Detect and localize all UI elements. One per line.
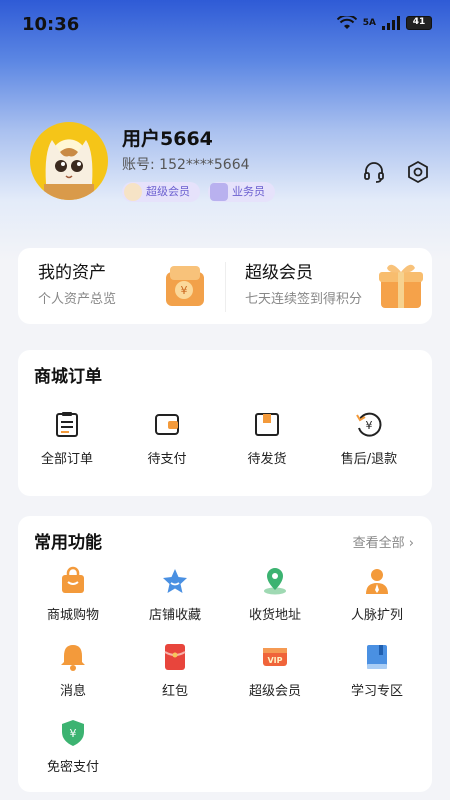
avatar[interactable] (30, 122, 108, 200)
functions-card: 常用功能 查看全部 › 商城购物 店铺收藏 收货地址 人脉扩列 消息 红包 VI… (18, 516, 432, 792)
shield-yuan-icon: ¥ (62, 720, 84, 746)
order-label: 全部订单 (40, 452, 93, 467)
orders-card: 商城订单 全部订单 待支付 待发货 ¥ 售后/退款 (18, 350, 432, 496)
status-icons: 5A 41 (336, 16, 432, 30)
asset-subtitle: 个人资产总览 (38, 292, 117, 307)
status-bar: 10:36 5A 41 (0, 0, 450, 48)
order-all[interactable]: 全部订单 (22, 410, 112, 467)
func-password-free-pay[interactable]: ¥ 免密支付 (28, 718, 118, 775)
asset-title: 超级会员 (245, 263, 313, 283)
account-number-row: 账号: 152****5664 (122, 154, 250, 174)
shield-badge-icon (210, 183, 228, 201)
clipboard-icon (56, 412, 78, 437)
order-label: 售后/退款 (340, 452, 398, 467)
func-network[interactable]: 人脉扩列 (332, 566, 422, 623)
func-favorites[interactable]: 店铺收藏 (130, 566, 220, 623)
status-time: 10:36 (22, 14, 80, 35)
order-label: 待支付 (147, 452, 187, 467)
order-label: 待发货 (247, 452, 287, 467)
func-label: 收货地址 (248, 608, 301, 623)
func-shopping[interactable]: 商城购物 (28, 566, 118, 623)
badge-salesman[interactable]: 业务员 (208, 182, 275, 202)
assets-card: 我的资产 个人资产总览 ¥ 超级会员 七天连续签到得积分 (18, 248, 432, 324)
chevron-right-icon: › (408, 536, 414, 551)
my-assets-item[interactable]: 我的资产 个人资产总览 ¥ (18, 248, 225, 324)
func-red-envelope[interactable]: 红包 (130, 642, 220, 699)
vip-icon: VIP (263, 648, 287, 666)
refund-icon: ¥ (356, 412, 382, 437)
account-label: 账号: (122, 157, 155, 173)
func-label: 消息 (59, 684, 86, 699)
badge-super-member[interactable]: 超级会员 (122, 182, 200, 202)
func-label: 免密支付 (46, 760, 99, 775)
svg-text:¥: ¥ (366, 419, 373, 432)
cell-signal-icon (382, 16, 400, 30)
badge-label: 超级会员 (146, 185, 190, 198)
super-member-item[interactable]: 超级会员 七天连续签到得积分 (225, 248, 432, 324)
gift-box-icon (379, 264, 423, 308)
shopping-bag-icon (62, 566, 84, 593)
func-label: 人脉扩列 (350, 608, 403, 623)
book-icon (367, 645, 387, 669)
account-number: 152****5664 (159, 157, 250, 173)
cat-avatar-icon (44, 140, 94, 200)
wallet-yuan-icon: ¥ (166, 266, 204, 306)
settings-icon[interactable] (406, 160, 430, 184)
battery-icon: 41 (406, 16, 432, 30)
func-label: 红包 (161, 684, 188, 699)
order-refund[interactable]: ¥ 售后/退款 (324, 410, 414, 467)
signal-label: 5A (362, 18, 376, 28)
badge-label: 业务员 (232, 185, 265, 198)
func-label: 学习专区 (350, 684, 403, 699)
headset-icon[interactable] (362, 160, 386, 184)
func-address[interactable]: 收货地址 (230, 566, 320, 623)
order-pending-shipment[interactable]: 待发货 (222, 410, 312, 467)
orders-title: 商城订单 (34, 367, 102, 387)
asset-subtitle: 七天连续签到得积分 (245, 292, 363, 307)
location-icon (264, 568, 286, 595)
svg-text:¥: ¥ (181, 284, 188, 297)
profile-header: 用户5664 账号: 152****5664 超级会员 业务员 (30, 122, 430, 212)
red-envelope-icon (164, 644, 186, 670)
wifi-icon (336, 16, 357, 29)
star-icon (163, 569, 187, 593)
cat-badge-icon (124, 183, 142, 201)
func-label: 超级会员 (248, 684, 301, 699)
func-messages[interactable]: 消息 (28, 642, 118, 699)
badges: 超级会员 业务员 (122, 182, 275, 202)
wallet-icon (155, 414, 179, 435)
asset-title: 我的资产 (38, 263, 106, 283)
functions-title: 常用功能 (34, 533, 102, 553)
see-all-link[interactable]: 查看全部 › (353, 532, 414, 551)
username: 用户5664 (122, 128, 213, 150)
order-pending-payment[interactable]: 待支付 (122, 410, 212, 467)
func-label: 商城购物 (46, 608, 99, 623)
header-actions (362, 160, 430, 184)
svg-text:VIP: VIP (267, 656, 282, 665)
box-icon (255, 413, 279, 436)
func-learning[interactable]: 学习专区 (332, 642, 422, 699)
see-all-label: 查看全部 (352, 536, 405, 551)
func-super-member[interactable]: VIP 超级会员 (230, 642, 320, 699)
svg-text:¥: ¥ (70, 727, 77, 740)
func-label: 店铺收藏 (148, 608, 201, 623)
bell-icon (61, 645, 85, 671)
person-icon (366, 569, 388, 594)
